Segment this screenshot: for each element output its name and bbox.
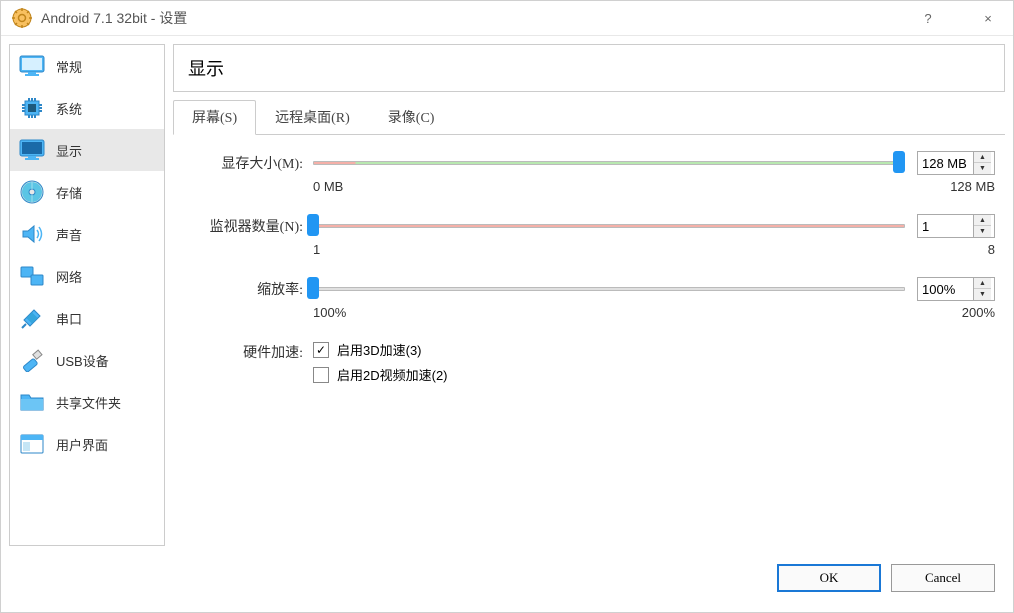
speaker-icon bbox=[18, 220, 46, 248]
sidebar-label: 系统 bbox=[56, 99, 82, 118]
sidebar-label: 共享文件夹 bbox=[56, 393, 121, 412]
setting-vmem: 显存大小(M): ▲▼ 0 MB 128 MB bbox=[183, 151, 995, 194]
scale-down[interactable]: ▼ bbox=[974, 289, 991, 300]
titlebar: Android 7.1 32bit - 设置 ? × bbox=[1, 1, 1013, 36]
disk-icon bbox=[18, 178, 46, 206]
network-icon bbox=[18, 262, 46, 290]
chip-icon bbox=[18, 94, 46, 122]
monitors-up[interactable]: ▲ bbox=[974, 215, 991, 226]
tab-bar: 屏幕(S) 远程桌面(R) 录像(C) bbox=[173, 100, 1005, 135]
tab-recording[interactable]: 录像(C) bbox=[369, 100, 454, 134]
sidebar-label: USB设备 bbox=[56, 351, 109, 370]
sidebar-item-display[interactable]: 显示 bbox=[10, 129, 164, 171]
sidebar-item-ui[interactable]: 用户界面 bbox=[10, 423, 164, 465]
monitors-spinbox[interactable]: ▲▼ bbox=[917, 214, 995, 238]
vmem-max-label: 128 MB bbox=[950, 179, 995, 194]
monitors-input[interactable] bbox=[918, 217, 973, 236]
sidebar-label: 网络 bbox=[56, 267, 82, 286]
sidebar-item-serial[interactable]: 串口 bbox=[10, 297, 164, 339]
scale-max-label: 200% bbox=[962, 305, 995, 320]
checkbox-3d-box: ✓ bbox=[313, 342, 329, 358]
setting-scale: 缩放率: ▲▼ 100% 200% bbox=[183, 277, 995, 320]
setting-hwaccel: 硬件加速: ✓ 启用3D加速(3) 启用2D视频加速(2) bbox=[183, 340, 995, 390]
sidebar-item-audio[interactable]: 声音 bbox=[10, 213, 164, 255]
vmem-label: 显存大小(M): bbox=[183, 151, 313, 173]
scale-min-label: 100% bbox=[313, 305, 346, 320]
checkbox-3d-label: 启用3D加速(3) bbox=[337, 340, 422, 359]
sidebar-item-usb[interactable]: USB设备 bbox=[10, 339, 164, 381]
window-title: Android 7.1 32bit - 设置 bbox=[41, 8, 913, 28]
main-area: 常规 系统 显示 存储 声音 网络 串口 USB设备 bbox=[1, 36, 1013, 554]
app-icon bbox=[11, 7, 33, 29]
sidebar-label: 常规 bbox=[56, 57, 82, 76]
ok-button[interactable]: OK bbox=[777, 564, 881, 592]
vmem-down[interactable]: ▼ bbox=[974, 163, 991, 174]
scale-slider[interactable] bbox=[313, 287, 905, 291]
ui-icon bbox=[18, 430, 46, 458]
checkbox-2d[interactable]: 启用2D视频加速(2) bbox=[313, 365, 995, 384]
vmem-spinbox[interactable]: ▲▼ bbox=[917, 151, 995, 175]
serial-icon bbox=[18, 304, 46, 332]
monitor-icon bbox=[18, 52, 46, 80]
sidebar: 常规 系统 显示 存储 声音 网络 串口 USB设备 bbox=[9, 44, 165, 546]
monitors-down[interactable]: ▼ bbox=[974, 226, 991, 237]
scale-label: 缩放率: bbox=[183, 277, 313, 299]
scale-spinbox[interactable]: ▲▼ bbox=[917, 277, 995, 301]
checkbox-3d[interactable]: ✓ 启用3D加速(3) bbox=[313, 340, 995, 359]
vmem-min-label: 0 MB bbox=[313, 179, 343, 194]
sidebar-item-storage[interactable]: 存储 bbox=[10, 171, 164, 213]
help-button[interactable]: ? bbox=[913, 11, 943, 26]
monitors-slider[interactable] bbox=[313, 224, 905, 228]
hwaccel-label: 硬件加速: bbox=[183, 340, 313, 362]
sidebar-item-shared[interactable]: 共享文件夹 bbox=[10, 381, 164, 423]
sidebar-label: 声音 bbox=[56, 225, 82, 244]
scale-input[interactable] bbox=[918, 280, 973, 299]
content-panel: 显示 屏幕(S) 远程桌面(R) 录像(C) 显存大小(M): ▲ bbox=[173, 44, 1005, 546]
checkbox-2d-label: 启用2D视频加速(2) bbox=[337, 365, 448, 384]
sidebar-item-system[interactable]: 系统 bbox=[10, 87, 164, 129]
scale-up[interactable]: ▲ bbox=[974, 278, 991, 289]
cancel-button[interactable]: Cancel bbox=[891, 564, 995, 592]
tab-remote[interactable]: 远程桌面(R) bbox=[256, 100, 369, 134]
sidebar-label: 显示 bbox=[56, 141, 82, 160]
usb-icon bbox=[18, 346, 46, 374]
vmem-input[interactable] bbox=[918, 154, 973, 173]
window-controls: ? × bbox=[913, 11, 1003, 26]
display-icon bbox=[18, 136, 46, 164]
close-button[interactable]: × bbox=[973, 11, 1003, 26]
monitors-min-label: 1 bbox=[313, 242, 320, 257]
sidebar-label: 存储 bbox=[56, 183, 82, 202]
sidebar-label: 用户界面 bbox=[56, 435, 108, 454]
sidebar-item-general[interactable]: 常规 bbox=[10, 45, 164, 87]
tab-content: 显存大小(M): ▲▼ 0 MB 128 MB bbox=[173, 135, 1005, 426]
footer: OK Cancel bbox=[1, 554, 1013, 602]
monitors-max-label: 8 bbox=[988, 242, 995, 257]
checkbox-2d-box bbox=[313, 367, 329, 383]
folder-icon bbox=[18, 388, 46, 416]
sidebar-label: 串口 bbox=[56, 309, 82, 328]
monitors-label: 监视器数量(N): bbox=[183, 214, 313, 236]
sidebar-item-network[interactable]: 网络 bbox=[10, 255, 164, 297]
vmem-slider[interactable] bbox=[313, 161, 905, 165]
vmem-up[interactable]: ▲ bbox=[974, 152, 991, 163]
setting-monitors: 监视器数量(N): ▲▼ 1 8 bbox=[183, 214, 995, 257]
tab-screen[interactable]: 屏幕(S) bbox=[173, 100, 256, 135]
content-header: 显示 bbox=[173, 44, 1005, 92]
